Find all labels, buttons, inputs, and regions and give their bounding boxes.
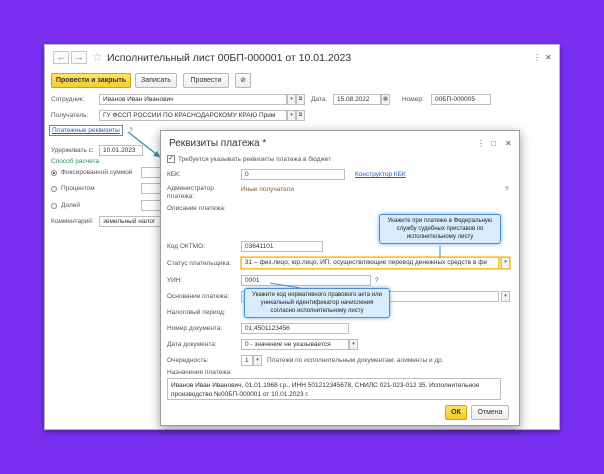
- callout-connectors: [269, 246, 441, 289]
